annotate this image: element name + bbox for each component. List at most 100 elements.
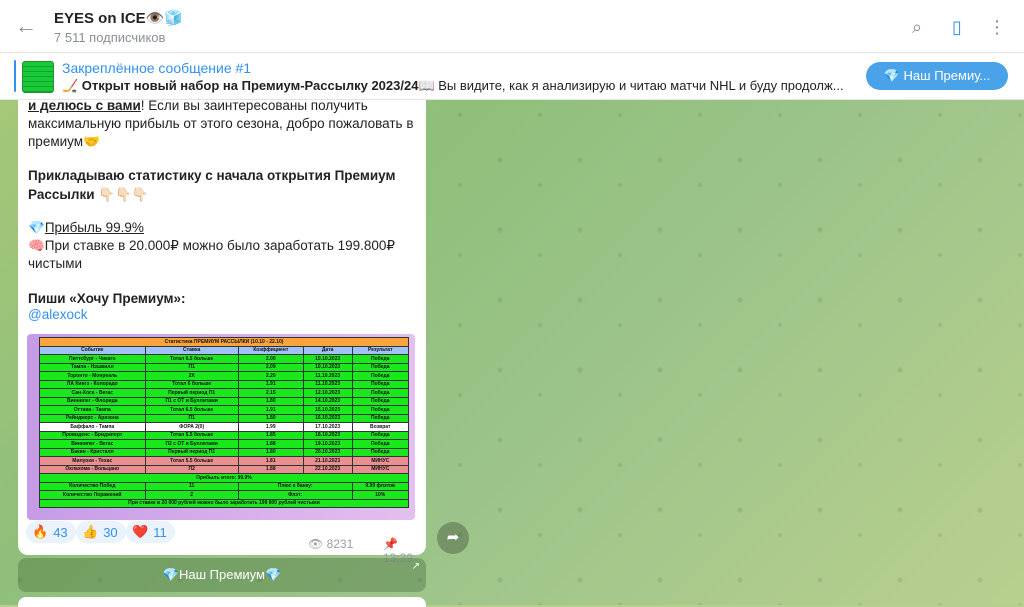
stats-table: Статистика ПРЕМИУМ РАССЫЛКИ (10.10 - 22.… (39, 337, 410, 508)
pinned-indicator (14, 60, 16, 92)
stats-cell-date: 10.10.2023 (302, 354, 353, 364)
stats-cell-coef: 1.80 (237, 396, 304, 406)
message-line: 🧠При ставке в 20.000₽ можно было заработ… (28, 238, 396, 253)
message-bubble: и делюсь с вами! Если вы заинтересованы … (18, 98, 426, 565)
stats-cell-bet: 2Х (144, 371, 239, 381)
stats-table-row: Тампа - Нэшвилл П1 2.09 10.10.2023 Победа (39, 362, 410, 372)
stats-cell-event: Оттава - Тампа (39, 405, 146, 415)
stats-cell-result: Победа (351, 439, 410, 449)
stats-cell-coef: 1.91 (237, 379, 304, 389)
subscriber-count: 7 511 подписчиков (54, 30, 166, 45)
stats-cell-coef: 1.88 (237, 464, 304, 474)
stats-cell-event: Оклахома - Вольцано (39, 464, 146, 474)
stats-cell-event: Виннипег - Флорида (39, 396, 146, 406)
stats-cell-result: Победа (351, 379, 410, 389)
reaction-count: 30 (103, 524, 118, 540)
stats-wins-label: Количество Побед (39, 481, 146, 491)
stats-cell-bet: П2 (144, 464, 239, 474)
stats-cell-coef: 1.99 (237, 422, 304, 432)
chat-header: ← EYES on ICE👁️🧊 7 511 подписчиков ⌕ ▯ ⋮ (0, 0, 1024, 53)
stats-col-header: Событие (39, 345, 146, 355)
share-icon[interactable]: ➦ (437, 522, 469, 554)
stats-losses-label: Количество Поражений (39, 490, 146, 500)
message-line: Рассылки 👇🏻👇🏻👇🏻 (28, 187, 149, 202)
stats-cell-bet: ФОРА 2(0) (144, 422, 239, 432)
stats-cell-result: Победа (351, 430, 410, 440)
stats-cell-event: ЛА Кингз - Колорадо (39, 379, 146, 389)
inline-premium-button[interactable]: 💎Наш Премиум💎 ↗ (18, 558, 426, 592)
sidebar-panel-icon[interactable]: ▯ (946, 16, 968, 38)
stats-cell-date: 19.10.2023 (302, 439, 353, 449)
stats-cell-bet: П2 с ОТ и Буллитами (144, 439, 239, 449)
stats-cell-bet: П1 (144, 413, 239, 423)
stats-cell-date: 11.10.2023 (302, 371, 353, 381)
reaction-heart[interactable]: ❤️ 11 (126, 521, 175, 543)
stats-table-row: Рейнджерс - Аризона П1 1.80 16.10.2023 Побед… (39, 413, 410, 423)
reaction-count: 11 (153, 524, 167, 540)
message-line: максимальную прибыль от этого сезона, до… (28, 116, 414, 131)
stats-cell-date: 21.10.2023 (302, 456, 353, 466)
pinned-text-bold: 🏒 Открыт новый набор на Премиум-Рассылку… (62, 78, 435, 93)
message-line-bold: и делюсь с вами (28, 98, 141, 113)
stats-cell-coef: 1.85 (237, 430, 304, 440)
reaction-fire[interactable]: 🔥 43 (26, 521, 76, 543)
stats-cell-date: 17.10.2023 (302, 422, 353, 432)
pinned-premium-button[interactable]: 💎 Наш Премиу... (866, 62, 1008, 90)
stats-cell-result: Победа (351, 396, 410, 406)
channel-title[interactable]: EYES on ICE👁️🧊 (54, 9, 183, 27)
stats-cell-date: 12.10.2023 (302, 388, 353, 398)
stats-bank-value: 9.99 флэтов (351, 481, 410, 491)
thumbs-up-icon: 👍 (82, 524, 99, 539)
stats-col-header: Дата (302, 345, 353, 355)
pinned-thumbnail (22, 61, 54, 93)
stats-cell-event: Сан-Хосе - Вегас (39, 388, 146, 398)
stats-cell-date: 14.10.2023 (302, 396, 353, 406)
stats-cell-bet: П1 с ОТ и Буллитами (144, 396, 239, 406)
back-arrow-icon[interactable]: ← (14, 14, 38, 38)
view-count: 👁 8231 (308, 537, 353, 551)
stats-cell-result: МИНУС (351, 464, 410, 474)
stats-cell-bet: Первый период П1 (144, 388, 239, 398)
diamond-icon: 💎 (28, 220, 45, 235)
stats-losses-value: 2 (144, 490, 239, 500)
stats-col-header: Результат (351, 345, 410, 355)
stats-image[interactable]: Статистика ПРЕМИУМ РАССЫЛКИ (10.10 - 22.… (27, 334, 415, 520)
search-icon[interactable]: ⌕ (906, 16, 928, 38)
message-line: Прикладываю статистику с начала открытия… (28, 168, 396, 183)
stats-cell-event: Торонто - Монреаль (39, 371, 146, 381)
stats-flat-value: 10% (351, 490, 410, 500)
stats-profit-row: Прибыль итого: 99.9% (39, 473, 409, 483)
stats-cell-event: Тампа - Нэшвилл (39, 362, 146, 372)
profit-text: Прибыль 99.9% (44, 220, 144, 235)
stats-cell-coef: 2.20 (237, 371, 304, 381)
heart-icon: ❤️ (132, 524, 149, 539)
stats-cell-date: 16.10.2023 (302, 413, 353, 423)
stats-cell-date: 15.10.2023 (302, 405, 353, 415)
stats-cell-date: 10.10.2023 (302, 362, 353, 372)
stats-cell-coef: 1.88 (237, 439, 304, 449)
stats-cell-result: МИНУС (351, 456, 410, 466)
stats-table-row: ЛА Кингз - Колорадо Тотал 6 больше 1.91 11.… (39, 379, 410, 389)
stats-cell-date: 18.10.2023 (302, 430, 353, 440)
inline-premium-label: 💎Наш Премиум💎 (162, 567, 282, 582)
stats-cell-event: Баффало - Тампа (39, 422, 146, 432)
stats-cell-result: Победа (351, 405, 410, 415)
stats-cell-result: Победа (351, 413, 410, 423)
stats-cell-result: Победа (351, 362, 410, 372)
pinned-text: 🏒 Открыт новый набор на Премиум-Рассылку… (62, 78, 852, 94)
stats-cell-bet: Тотал 5.5 больше (144, 430, 239, 440)
message-line: премиум🤝 (28, 134, 100, 149)
stats-table-row: Оклахома - Вольцано П2 1.88 22.10.2023 МИНУС (39, 464, 410, 474)
stats-col-header: Коэффициент (237, 345, 304, 355)
stats-table-row: Питтсбург - Чикаго Тотал 6.5 больше 2.00 10… (39, 354, 410, 364)
stats-cell-coef: 1.80 (237, 447, 304, 457)
more-vertical-icon[interactable]: ⋮ (986, 16, 1008, 38)
username-link[interactable]: @alexock (28, 305, 87, 325)
stats-cell-event: Питтсбург - Чикаго (39, 354, 146, 364)
pinned-message-bar[interactable]: Закреплённое сообщение #1 🏒 Открыт новый… (0, 53, 1024, 100)
reaction-thumbs-up[interactable]: 👍 30 (76, 521, 126, 543)
stats-table-row: Торонто - Монреаль 2Х 2.20 11.10.2023 Победа (39, 371, 410, 381)
stats-table-row: Баффало - Тампа ФОРА 2(0) 1.99 17.10.2023 Во… (39, 422, 410, 432)
external-link-icon: ↗ (411, 561, 420, 572)
stats-cell-coef: 2.00 (237, 354, 304, 364)
